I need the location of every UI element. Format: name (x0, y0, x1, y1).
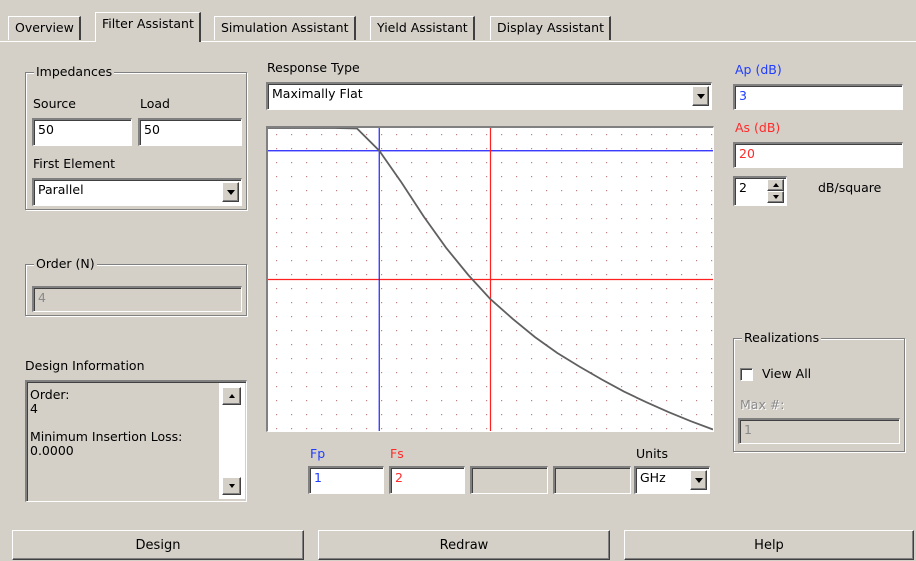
load-input[interactable]: 50 (138, 118, 242, 146)
tab-label: Overview (15, 20, 74, 35)
tab-label: Yield Assistant (377, 20, 468, 35)
vertical-scrollbar[interactable] (219, 383, 245, 499)
redraw-button-label: Redraw (439, 537, 489, 553)
help-button-label: Help (754, 537, 784, 553)
design-info-label: Design Information (25, 358, 145, 373)
realizations-title: Realizations (742, 330, 822, 345)
max-field: 1 (738, 418, 900, 444)
chevron-down-icon[interactable] (222, 182, 239, 202)
as-value: 20 (739, 146, 755, 161)
units-select[interactable]: GHz (634, 466, 710, 494)
info-line: Order: (30, 387, 70, 402)
spin-down-icon[interactable] (767, 191, 784, 203)
ap-label: Ap (dB) (735, 62, 782, 77)
info-line: 0.0000 (30, 443, 74, 458)
max-value: 1 (744, 422, 752, 437)
scroll-up-icon[interactable] (222, 387, 241, 405)
source-value: 50 (38, 122, 54, 137)
design-button[interactable]: Design (12, 530, 304, 560)
spinner-value: 2 (739, 180, 747, 195)
scroll-down-icon[interactable] (222, 477, 241, 495)
response-type-value: Maximally Flat (272, 86, 363, 101)
as-label: As (dB) (735, 120, 781, 135)
response-plot-svg (268, 128, 713, 431)
ap-input[interactable]: 3 (733, 84, 903, 110)
tab-label: Display Assistant (497, 20, 604, 35)
first-element-value: Parallel (38, 182, 84, 197)
response-type-select[interactable]: Maximally Flat (266, 82, 712, 110)
load-value: 50 (144, 122, 160, 137)
first-element-select[interactable]: Parallel (32, 178, 242, 206)
tab-label: Filter Assistant (102, 16, 194, 31)
grid-dots (276, 134, 713, 430)
source-input[interactable]: 50 (32, 118, 132, 146)
response-plot (266, 126, 714, 432)
as-input[interactable]: 20 (733, 142, 903, 168)
order-title: Order (N) (34, 256, 97, 271)
first-element-label: First Element (33, 156, 116, 171)
tab-bar: Overview Filter Assistant Simulation Ass… (0, 0, 916, 42)
load-label: Load (140, 96, 170, 111)
fp-label: Fp (310, 446, 326, 461)
chevron-down-icon[interactable] (692, 86, 709, 106)
tab-display-assistant[interactable]: Display Assistant (490, 16, 611, 40)
ap-value: 3 (739, 88, 747, 103)
response-type-label: Response Type (267, 60, 360, 75)
fs-label: Fs (390, 446, 404, 461)
redraw-button[interactable]: Redraw (318, 530, 610, 560)
db-square-spinner[interactable]: 2 (733, 176, 787, 206)
impedances-title: Impedances (34, 64, 115, 79)
chevron-down-icon[interactable] (690, 470, 707, 490)
tab-filter-assistant[interactable]: Filter Assistant (95, 12, 201, 42)
spin-up-icon[interactable] (767, 179, 784, 191)
fp-input[interactable]: 1 (308, 466, 384, 494)
units-value: GHz (640, 470, 666, 485)
info-line: Minimum Insertion Loss: (30, 429, 183, 444)
fs-value: 2 (395, 470, 403, 485)
tab-overview[interactable]: Overview (8, 16, 81, 40)
max-label: Max #: (740, 397, 785, 412)
design-button-label: Design (135, 537, 181, 553)
fs-input[interactable]: 2 (389, 466, 465, 494)
fp-value: 1 (314, 470, 322, 485)
order-value: 4 (38, 290, 46, 305)
order-field: 4 (32, 286, 242, 312)
design-info-text: Order: 4 Minimum Insertion Loss: 0.0000 (30, 388, 246, 458)
help-button[interactable]: Help (624, 530, 914, 560)
source-label: Source (33, 96, 76, 111)
tab-yield-assistant[interactable]: Yield Assistant (370, 16, 475, 40)
view-all-checkbox[interactable] (740, 368, 753, 381)
units-label: Units (636, 446, 668, 461)
db-square-label: dB/square (818, 180, 882, 195)
tab-label: Simulation Assistant (221, 20, 349, 35)
extra-field-2 (553, 466, 631, 494)
extra-field-1 (470, 466, 548, 494)
info-line: 4 (30, 401, 38, 416)
design-info-textarea[interactable]: Order: 4 Minimum Insertion Loss: 0.0000 (25, 380, 247, 502)
tab-simulation-assistant[interactable]: Simulation Assistant (214, 16, 356, 40)
view-all-label: View All (762, 366, 812, 381)
